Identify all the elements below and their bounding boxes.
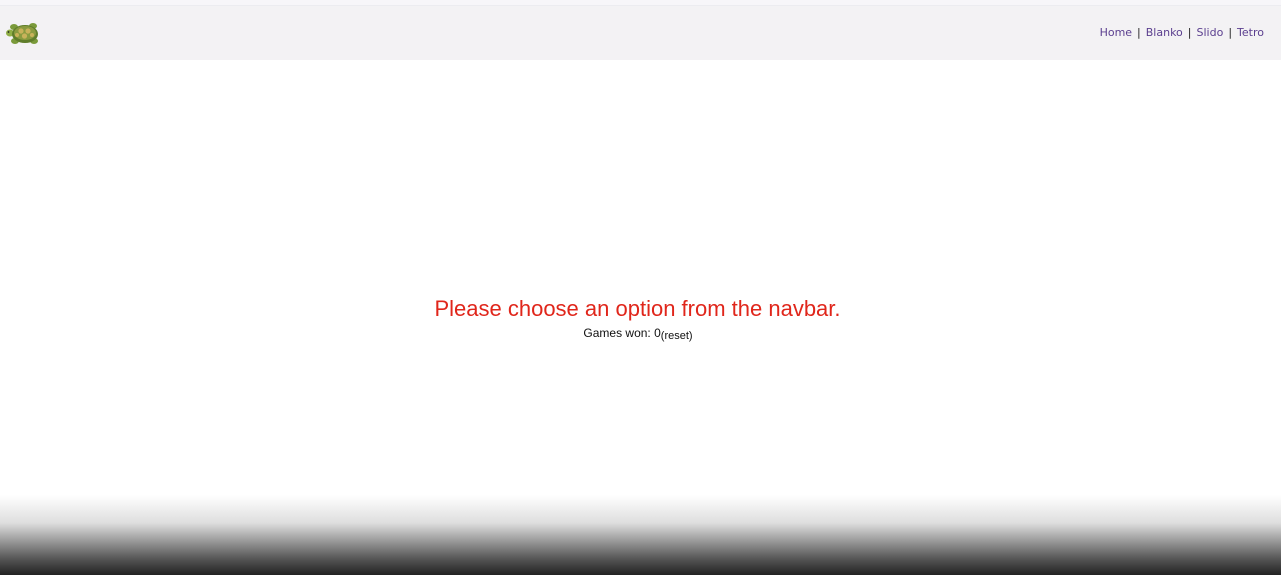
- nav-link-home[interactable]: Home: [1100, 26, 1132, 39]
- turtle-logo-icon[interactable]: [6, 20, 42, 46]
- reset-button[interactable]: (reset): [661, 330, 693, 342]
- games-won-status: Games won: 0(reset): [0, 326, 1276, 342]
- navbar: Home | Blanko | Slido | Tetro: [0, 6, 1281, 60]
- nav-link-blanko[interactable]: Blanko: [1146, 26, 1183, 39]
- nav-separator: |: [1228, 26, 1233, 39]
- choose-option-message: Please choose an option from the navbar.: [434, 296, 841, 321]
- nav-link-slido[interactable]: Slido: [1197, 26, 1224, 39]
- nav-separator: |: [1137, 26, 1141, 39]
- nav-separator: |: [1187, 26, 1192, 39]
- games-won-count: 0: [654, 326, 661, 340]
- games-won-label: Games won:: [583, 326, 655, 340]
- nav-link-tetro[interactable]: Tetro: [1237, 26, 1264, 39]
- main-content: Please choose an option from the navbar.…: [0, 60, 1281, 500]
- nav-links: Home | Blanko | Slido | Tetro: [1100, 26, 1264, 39]
- bottom-shadow: [0, 495, 1281, 575]
